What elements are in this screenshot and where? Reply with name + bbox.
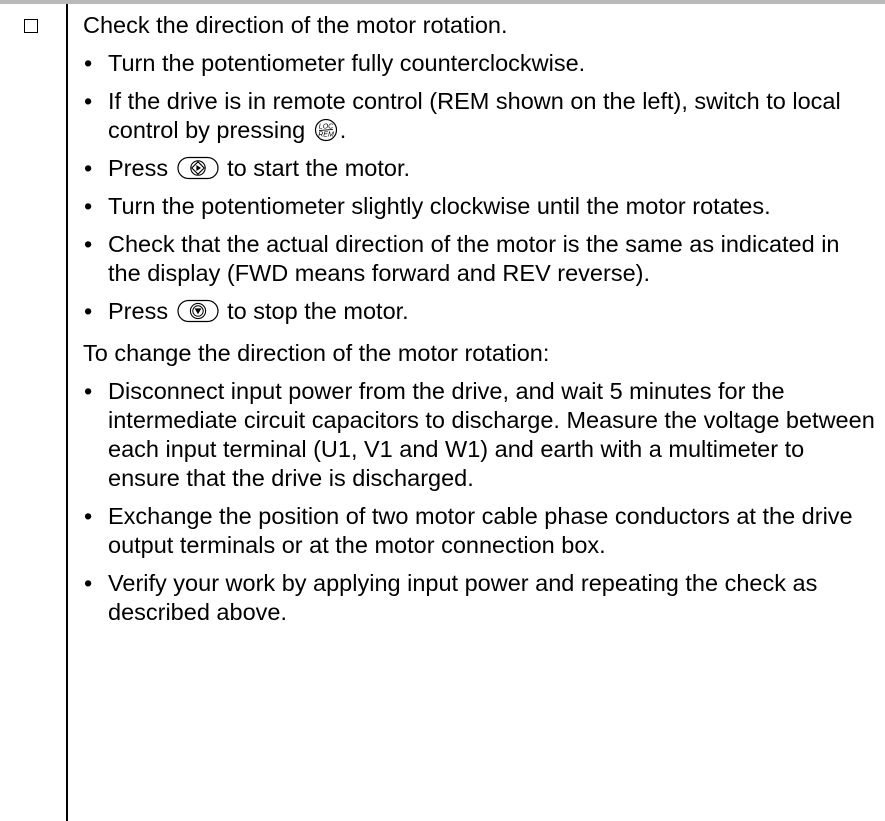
step-text: Disconnect input power from the drive, a… [108, 378, 875, 491]
step-text: Exchange the position of two motor cable… [108, 503, 853, 558]
step-start-motor: • Press to start the motor. [83, 154, 878, 183]
start-key-icon [177, 156, 219, 180]
checklist-content: Check the direction of the motor rotatio… [83, 11, 878, 627]
bullet: • [84, 50, 93, 76]
column-divider [66, 4, 68, 821]
check-intro: Check the direction of the motor rotatio… [83, 12, 508, 38]
step-exchange-phases: • Exchange the position of two motor cab… [83, 502, 878, 560]
step-text: Turn the potentiometer slightly clockwis… [108, 193, 771, 219]
step-potentiometer-ccw: • Turn the potentiometer fully countercl… [83, 49, 878, 78]
stop-key-icon [177, 299, 219, 323]
loc-key-bottom-text: REM [318, 132, 334, 139]
bullet: • [84, 88, 93, 114]
bullet: • [84, 231, 93, 257]
step-text: Verify your work by applying input power… [108, 570, 818, 625]
change-direction-heading: To change the direction of the motor rot… [83, 340, 550, 366]
step-text: Turn the potentiometer fully countercloc… [108, 50, 586, 76]
bullet: • [84, 155, 93, 181]
checklist-checkbox[interactable] [24, 19, 38, 33]
loc-key-top-text: LOC [319, 123, 334, 130]
bullet: • [84, 570, 93, 596]
top-rule [0, 0, 885, 4]
bullet: • [84, 193, 93, 219]
step-check-direction: • Check that the actual direction of the… [83, 230, 878, 288]
step-disconnect-power: • Disconnect input power from the drive,… [83, 377, 878, 493]
step-text-after: to stop the motor. [220, 298, 409, 324]
bullet: • [84, 503, 93, 529]
step-text-after: . [339, 117, 347, 143]
check-steps-list: • Turn the potentiometer fully countercl… [83, 49, 878, 326]
step-text-after: to start the motor. [220, 155, 410, 181]
step-text: Check that the actual direction of the m… [108, 231, 840, 286]
step-text: Press [108, 298, 175, 324]
step-potentiometer-cw: • Turn the potentiometer slightly clockw… [83, 192, 878, 221]
step-stop-motor: • Press to stop the motor. [83, 297, 878, 326]
change-steps-list: • Disconnect input power from the drive,… [83, 377, 878, 627]
bullet: • [84, 378, 93, 404]
step-verify-work: • Verify your work by applying input pow… [83, 569, 878, 627]
step-local-control: • If the drive is in remote control (REM… [83, 87, 878, 145]
bullet: • [84, 298, 93, 324]
step-text: Press [108, 155, 175, 181]
step-text: If the drive is in remote control (REM s… [108, 88, 841, 143]
loc-rem-key-icon: LOC REM [314, 118, 338, 142]
